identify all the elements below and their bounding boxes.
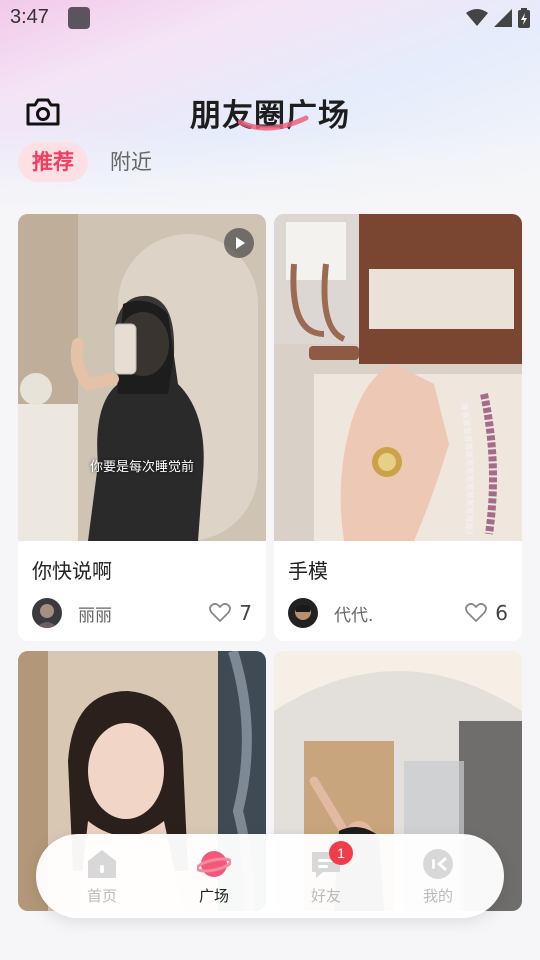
wifi-icon bbox=[466, 9, 488, 26]
bottom-navigation: 首页 广场 1 好友 我的 bbox=[36, 834, 504, 918]
status-bar: 3:47 bbox=[0, 0, 540, 36]
signal-icon bbox=[494, 9, 512, 27]
status-time: 3:47 bbox=[10, 6, 49, 28]
card-image bbox=[274, 214, 522, 541]
title-underline-decoration bbox=[238, 115, 309, 131]
author-avatar[interactable] bbox=[288, 598, 318, 628]
feed-card[interactable]: 手模 代代. 6 bbox=[274, 214, 522, 641]
like-count: 6 bbox=[495, 601, 508, 625]
battery-icon bbox=[518, 8, 530, 28]
nav-item-square[interactable]: 广场 bbox=[169, 847, 259, 906]
nav-item-home[interactable]: 首页 bbox=[57, 847, 147, 906]
moments-feed: 你要是每次睡觉前 你快说啊 丽丽 7 手模 代代. 6 bbox=[18, 214, 522, 911]
nav-item-profile[interactable]: 我的 bbox=[393, 847, 483, 906]
nav-label: 我的 bbox=[422, 886, 453, 905]
nav-label: 首页 bbox=[86, 886, 117, 905]
post-photo bbox=[274, 214, 522, 541]
like-button[interactable]: 7 bbox=[209, 601, 252, 625]
feed-card[interactable]: 你要是每次睡觉前 你快说啊 丽丽 7 bbox=[18, 214, 266, 641]
author-name[interactable]: 代代. bbox=[334, 601, 465, 626]
video-subtitle: 你要是每次睡觉前 bbox=[89, 460, 194, 475]
author-avatar[interactable] bbox=[32, 598, 62, 628]
status-indicators bbox=[466, 8, 530, 28]
nav-item-friends[interactable]: 1 好友 bbox=[281, 840, 371, 906]
heart-icon bbox=[465, 603, 488, 622]
planet-icon bbox=[197, 850, 231, 877]
like-button[interactable]: 6 bbox=[465, 601, 508, 625]
tab-recommended[interactable]: 推荐 bbox=[18, 142, 88, 182]
app-notification-icon bbox=[68, 7, 90, 29]
unread-badge: 1 bbox=[329, 840, 353, 865]
profile-icon bbox=[423, 848, 453, 879]
feed-tabs: 推荐 附近 bbox=[18, 142, 166, 182]
tab-nearby[interactable]: 附近 bbox=[96, 142, 166, 182]
nav-label: 好友 bbox=[310, 886, 341, 905]
like-count: 7 bbox=[239, 601, 252, 625]
post-title: 手模 bbox=[288, 559, 328, 583]
post-photo bbox=[18, 214, 266, 541]
nav-label: 广场 bbox=[198, 886, 229, 905]
post-title: 你快说啊 bbox=[32, 559, 112, 583]
card-image: 你要是每次睡觉前 bbox=[18, 214, 266, 541]
heart-icon bbox=[209, 603, 232, 622]
author-name[interactable]: 丽丽 bbox=[78, 601, 209, 626]
video-play-badge[interactable] bbox=[224, 228, 254, 258]
home-icon bbox=[88, 849, 116, 878]
